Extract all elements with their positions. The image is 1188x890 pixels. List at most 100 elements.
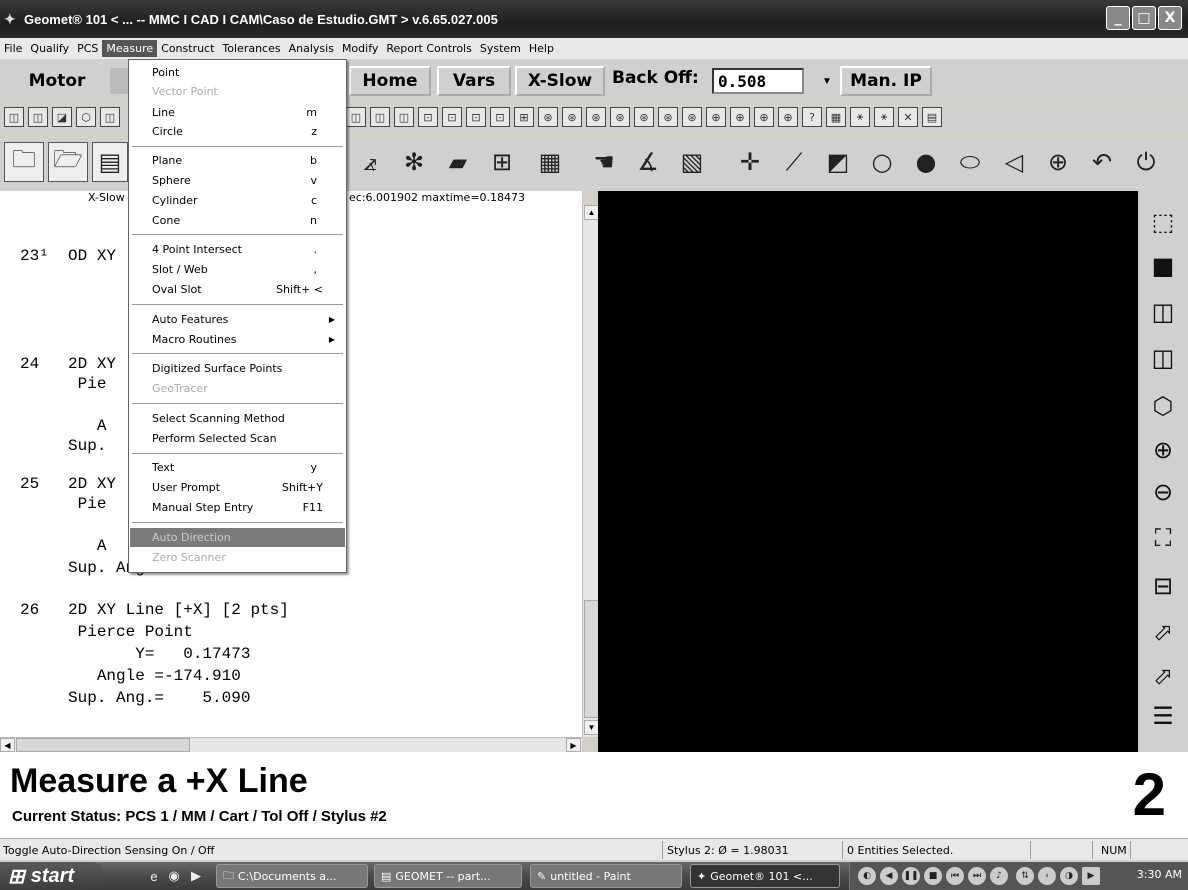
motor-toggle[interactable]	[110, 68, 130, 94]
tool-12-icon[interactable]: ⊡	[490, 107, 510, 127]
menu-item-line[interactable]: Line m	[130, 103, 345, 122]
menu-file[interactable]: File	[0, 40, 26, 57]
view-front-icon[interactable]: ◫	[1143, 293, 1183, 331]
grid-icon[interactable]: ▦	[530, 142, 570, 182]
cube-view-7-icon[interactable]: ◫	[370, 107, 390, 127]
circle-icon[interactable]: ○	[862, 142, 902, 182]
media-icon[interactable]: ▶	[188, 868, 204, 884]
tool-23-icon[interactable]: ⊕	[754, 107, 774, 127]
menu-qualify[interactable]: Qualify	[26, 40, 73, 57]
tool-29-icon[interactable]: ✕	[898, 107, 918, 127]
cube-view-4-icon[interactable]: ⬡	[76, 107, 96, 127]
manip-button[interactable]: Man. IP	[840, 66, 932, 96]
cone-icon[interactable]: ◁	[994, 142, 1034, 182]
scroll-thumb[interactable]	[584, 600, 599, 718]
view-solid-icon[interactable]: ■	[1143, 247, 1183, 285]
menu-tolerances[interactable]: Tolerances	[218, 40, 284, 57]
media-stop-icon[interactable]: ■	[924, 867, 942, 885]
menu-item-user-prompt[interactable]: User Prompt Shift+Y	[130, 478, 345, 497]
sphere-icon[interactable]: ●	[906, 142, 946, 182]
cube-view-3-icon[interactable]: ◪	[52, 107, 72, 127]
surface-mesh-icon[interactable]: ⊕	[1038, 142, 1078, 182]
menu-system[interactable]: System	[476, 40, 525, 57]
select-list-icon[interactable]: ☰	[1143, 697, 1183, 735]
menu-item-perform-selected-scan[interactable]: Perform Selected Scan	[130, 429, 345, 448]
undo-icon[interactable]: ↶	[1082, 142, 1122, 182]
menu-item-circle[interactable]: Circle z	[130, 122, 345, 141]
menu-item-plane[interactable]: Plane b	[130, 151, 345, 170]
plane-probe-icon[interactable]: ⦨	[350, 142, 390, 182]
tool-16-icon[interactable]: ⊛	[586, 107, 606, 127]
construct-c-icon[interactable]: ⊞	[482, 142, 522, 182]
tray-play-icon[interactable]: ▶	[1082, 867, 1100, 885]
menu-measure[interactable]: Measure	[102, 40, 158, 57]
menu-item-cylinder[interactable]: Cylinder c	[130, 191, 345, 210]
menu-item-text[interactable]: Text y	[130, 458, 345, 477]
volume-icon[interactable]: ♪	[990, 867, 1008, 885]
folder-arrow-icon[interactable]: 🗁	[48, 142, 88, 182]
cylinder-icon[interactable]: ⬭	[950, 142, 990, 182]
media-prev-icon[interactable]: ⏮	[946, 867, 964, 885]
report-horizontal-scrollbar[interactable]: ◀ ▶	[0, 737, 582, 752]
menu-modify[interactable]: Modify	[338, 40, 382, 57]
cube-view-6-icon[interactable]: ◫	[346, 107, 366, 127]
task-documents[interactable]: 🗀 C:\Documents a...	[216, 864, 368, 888]
task-geomet-main[interactable]: ✦ Geomet® 101 <...	[690, 864, 840, 888]
surface-icon[interactable]: ▰	[438, 142, 478, 182]
home-button[interactable]: Home	[349, 66, 431, 96]
menu-item-select-scanning-method[interactable]: Select Scanning Method	[130, 409, 345, 428]
tool-14-icon[interactable]: ⊛	[538, 107, 558, 127]
menu-item-4-point-intersect[interactable]: 4 Point Intersect.	[130, 240, 345, 259]
menu-item-manual-step-entry[interactable]: Manual Step Entry F11	[130, 498, 345, 517]
menu-item-sphere[interactable]: Sphere v	[130, 171, 345, 190]
cube-view-1-icon[interactable]: ◫	[4, 107, 24, 127]
tool-19-icon[interactable]: ⊛	[658, 107, 678, 127]
tool-21-icon[interactable]: ⊕	[706, 107, 726, 127]
menu-analysis[interactable]: Analysis	[285, 40, 338, 57]
layers-icon[interactable]: ▧	[672, 142, 712, 182]
view-back-icon[interactable]: ◫	[1143, 339, 1183, 377]
fit-view-icon[interactable]: ⛶	[1143, 519, 1183, 557]
minimize-button[interactable]: _	[1106, 6, 1130, 30]
scroll-up-icon[interactable]: ▲	[584, 205, 599, 220]
backoff-dropdown-icon[interactable]: ▼	[818, 70, 836, 92]
scroll-right-icon[interactable]: ▶	[566, 738, 581, 752]
plane-z-icon[interactable]: ◩	[818, 142, 858, 182]
tool-26-icon[interactable]: ▦	[826, 107, 846, 127]
tool-24-icon[interactable]: ⊕	[778, 107, 798, 127]
tool-20-icon[interactable]: ⊛	[682, 107, 702, 127]
tool-9-icon[interactable]: ⊡	[418, 107, 438, 127]
tool-25-icon[interactable]: ?	[802, 107, 822, 127]
tray-app-icon[interactable]: ◐	[858, 867, 876, 885]
probe-view-icon[interactable]: ⊟	[1143, 567, 1183, 605]
menu-item-oval-slot[interactable]: Oval Slot Shift+ <	[130, 280, 345, 299]
tool-17-icon[interactable]: ⊛	[610, 107, 630, 127]
zoom-in-icon[interactable]: ⊕	[1143, 431, 1183, 469]
menu-report-controls[interactable]: Report Controls	[382, 40, 475, 57]
menu-help[interactable]: Help	[525, 40, 558, 57]
xslow-button[interactable]: X-Slow	[515, 66, 605, 96]
menu-item-auto-direction[interactable]: Auto Direction	[130, 528, 345, 547]
media-pause-icon[interactable]: ❚❚	[902, 867, 920, 885]
browser-icon[interactable]: ◉	[166, 868, 182, 884]
tray-expand-icon[interactable]: ‹	[1038, 867, 1056, 885]
tool-15-icon[interactable]: ⊛	[562, 107, 582, 127]
tool-30-icon[interactable]: ▤	[922, 107, 942, 127]
vars-button[interactable]: Vars	[437, 66, 511, 96]
scroll-down-icon[interactable]: ▼	[584, 720, 599, 735]
point-icon[interactable]: ✛	[730, 142, 770, 182]
menu-construct[interactable]: Construct	[157, 40, 218, 57]
backoff-input[interactable]: 0.508	[712, 68, 804, 94]
tool-10-icon[interactable]: ⊡	[442, 107, 462, 127]
save-icon[interactable]: ▤	[92, 142, 128, 182]
menu-item-digitized-surface-points[interactable]: Digitized Surface Points	[130, 359, 345, 378]
tool-27-icon[interactable]: ⚹	[850, 107, 870, 127]
line-icon[interactable]: ⟋	[774, 142, 814, 182]
cube-view-5-icon[interactable]: ◫	[100, 107, 120, 127]
cube-view-8-icon[interactable]: ◫	[394, 107, 414, 127]
select-arrow-icon[interactable]: ⬀	[1143, 613, 1183, 651]
view-iso-icon[interactable]: ⬡	[1143, 387, 1183, 425]
scroll-left-icon[interactable]: ◀	[0, 738, 15, 752]
select-group-icon[interactable]: ⬀	[1143, 657, 1183, 695]
tool-18-icon[interactable]: ⊛	[634, 107, 654, 127]
